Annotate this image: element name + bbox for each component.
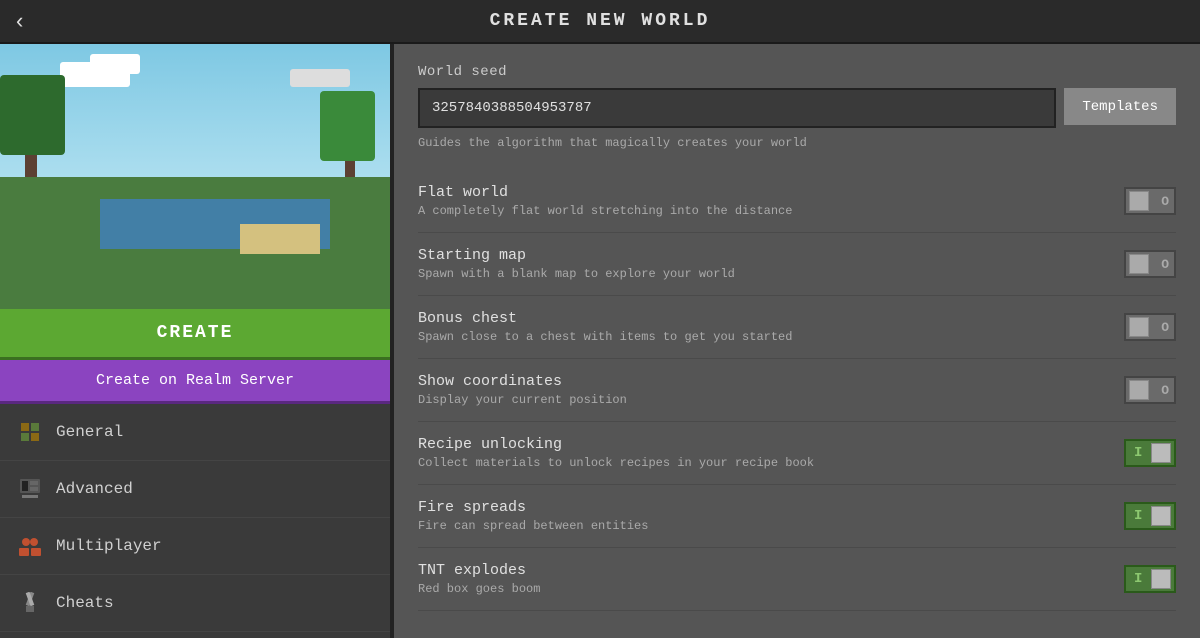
seed-row: Templates — [418, 88, 1176, 128]
toggle-item-flat-world: Flat world A completely flat world stretc… — [418, 170, 1176, 233]
toggle-item-show-coordinates: Show coordinates Display your current pos… — [418, 359, 1176, 422]
toggle-switch-flat-world[interactable] — [1124, 187, 1176, 215]
toggle-title-show-coordinates: Show coordinates — [418, 373, 1104, 390]
toggle-title-bonus-chest: Bonus chest — [418, 310, 1104, 327]
sidebar-item-multiplayer-label: Multiplayer — [56, 537, 162, 555]
toggle-knob-flat-world — [1129, 191, 1149, 211]
page-title: CREATE NEW WORLD — [490, 11, 711, 31]
toggle-knob-recipe-unlocking — [1151, 443, 1171, 463]
toggle-list: Flat world A completely flat world stretc… — [418, 170, 1176, 611]
toggle-item-starting-map: Starting map Spawn with a blank map to ex… — [418, 233, 1176, 296]
toggle-switch-recipe-unlocking[interactable] — [1124, 439, 1176, 467]
toggle-item-recipe-unlocking: Recipe unlocking Collect materials to unl… — [418, 422, 1176, 485]
toggle-title-fire-spreads: Fire spreads — [418, 499, 1104, 516]
toggle-off-starting-map[interactable] — [1124, 250, 1176, 278]
toggle-desc-starting-map: Spawn with a blank map to explore your w… — [418, 267, 1104, 281]
toggle-knob-bonus-chest — [1129, 317, 1149, 337]
toggle-knob-tnt-explodes — [1151, 569, 1171, 589]
toggle-off-flat-world[interactable] — [1124, 187, 1176, 215]
toggle-title-recipe-unlocking: Recipe unlocking — [418, 436, 1104, 453]
toggle-title-starting-map: Starting map — [418, 247, 1104, 264]
toggle-switch-bonus-chest[interactable] — [1124, 313, 1176, 341]
main-layout: CREATE Create on Realm Server General — [0, 44, 1200, 638]
seed-input[interactable] — [418, 88, 1056, 128]
realm-button[interactable]: Create on Realm Server — [0, 360, 390, 404]
sidebar-item-general[interactable]: General — [0, 404, 390, 461]
sidebar-item-multiplayer[interactable]: Multiplayer — [0, 518, 390, 575]
toggle-desc-bonus-chest: Spawn close to a chest with items to get… — [418, 330, 1104, 344]
toggle-on-fire-spreads[interactable] — [1124, 502, 1176, 530]
toggle-title-tnt-explodes: TNT explodes — [418, 562, 1104, 579]
sidebar-item-advanced[interactable]: Advanced — [0, 461, 390, 518]
toggle-info-fire-spreads: Fire spreads Fire can spread between enti… — [418, 499, 1104, 533]
toggle-switch-starting-map[interactable] — [1124, 250, 1176, 278]
header: ‹ CREATE NEW WORLD — [0, 0, 1200, 44]
toggle-off-show-coordinates[interactable] — [1124, 376, 1176, 404]
toggle-off-bonus-chest[interactable] — [1124, 313, 1176, 341]
toggle-knob-show-coordinates — [1129, 380, 1149, 400]
toggle-desc-fire-spreads: Fire can spread between entities — [418, 519, 1104, 533]
toggle-info-starting-map: Starting map Spawn with a blank map to ex… — [418, 247, 1104, 281]
toggle-desc-flat-world: A completely flat world stretching into … — [418, 204, 1104, 218]
toggle-info-recipe-unlocking: Recipe unlocking Collect materials to unl… — [418, 436, 1104, 470]
advanced-icon — [16, 475, 44, 503]
toggle-on-recipe-unlocking[interactable] — [1124, 439, 1176, 467]
toggle-info-flat-world: Flat world A completely flat world stretc… — [418, 184, 1104, 218]
sidebar-item-advanced-label: Advanced — [56, 480, 133, 498]
general-icon — [16, 418, 44, 446]
toggle-switch-show-coordinates[interactable] — [1124, 376, 1176, 404]
toggle-title-flat-world: Flat world — [418, 184, 1104, 201]
seed-hint: Guides the algorithm that magically crea… — [418, 136, 1176, 150]
toggle-knob-fire-spreads — [1151, 506, 1171, 526]
sidebar-item-resource-packs[interactable]: Resource Packs — [0, 632, 390, 638]
toggle-switch-fire-spreads[interactable] — [1124, 502, 1176, 530]
toggle-on-tnt-explodes[interactable] — [1124, 565, 1176, 593]
toggle-info-tnt-explodes: TNT explodes Red box goes boom — [418, 562, 1104, 596]
toggle-desc-recipe-unlocking: Collect materials to unlock recipes in y… — [418, 456, 1104, 470]
sidebar: CREATE Create on Realm Server General — [0, 44, 390, 638]
toggle-knob-starting-map — [1129, 254, 1149, 274]
world-seed-label: World seed — [418, 64, 1176, 80]
toggle-item-bonus-chest: Bonus chest Spawn close to a chest with i… — [418, 296, 1176, 359]
sidebar-item-general-label: General — [56, 423, 123, 441]
sidebar-item-cheats[interactable]: Cheats — [0, 575, 390, 632]
toggle-info-show-coordinates: Show coordinates Display your current pos… — [418, 373, 1104, 407]
toggle-switch-tnt-explodes[interactable] — [1124, 565, 1176, 593]
toggle-desc-tnt-explodes: Red box goes boom — [418, 582, 1104, 596]
toggle-info-bonus-chest: Bonus chest Spawn close to a chest with i… — [418, 310, 1104, 344]
toggle-item-fire-spreads: Fire spreads Fire can spread between enti… — [418, 485, 1176, 548]
right-panel: World seed Templates Guides the algorith… — [394, 44, 1200, 638]
multiplayer-icon — [16, 532, 44, 560]
nav-list: General Advanced — [0, 404, 390, 638]
world-preview — [0, 44, 390, 309]
toggle-item-tnt-explodes: TNT explodes Red box goes boom — [418, 548, 1176, 611]
sidebar-item-cheats-label: Cheats — [56, 594, 114, 612]
create-button[interactable]: CREATE — [0, 309, 390, 360]
toggle-desc-show-coordinates: Display your current position — [418, 393, 1104, 407]
back-button[interactable]: ‹ — [16, 8, 23, 34]
world-seed-section: World seed Templates Guides the algorith… — [418, 64, 1176, 150]
cheats-icon — [16, 589, 44, 617]
templates-button[interactable]: Templates — [1064, 88, 1176, 128]
